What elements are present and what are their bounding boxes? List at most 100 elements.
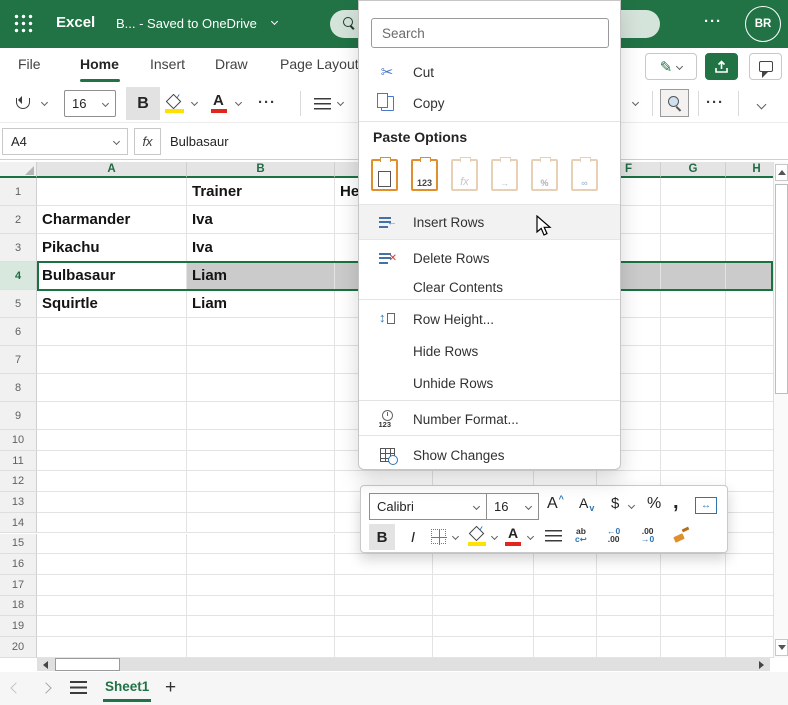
horizontal-scrollbar-thumb[interactable] — [55, 658, 120, 671]
cell-H15[interactable] — [726, 534, 773, 555]
horizontal-scrollbar[interactable] — [37, 658, 770, 671]
sheet-tab-sheet1[interactable]: Sheet1 — [105, 679, 149, 694]
cell-G9[interactable] — [661, 402, 726, 430]
cell-G2[interactable] — [661, 206, 726, 234]
menu-item-hide-rows[interactable]: Hide Rows — [359, 337, 620, 365]
cell-B8[interactable] — [187, 374, 335, 402]
menu-item-delete-rows[interactable]: ✕ Delete Rows — [359, 244, 620, 272]
undo-button[interactable] — [16, 97, 34, 111]
cell-D16[interactable] — [433, 554, 534, 575]
menu-item-number-format[interactable]: 123 Number Format... — [359, 405, 620, 433]
cell-H2[interactable] — [726, 206, 773, 234]
row-header-18[interactable]: 18 — [0, 596, 37, 617]
cell-A12[interactable] — [37, 471, 187, 492]
vertical-scrollbar-thumb[interactable] — [775, 184, 788, 394]
share-button[interactable] — [705, 53, 738, 80]
currency-format-button[interactable]: $ — [611, 495, 619, 512]
cell-F18[interactable] — [597, 596, 661, 617]
cell-G1[interactable] — [661, 178, 726, 206]
percent-format-button[interactable]: % — [647, 495, 661, 513]
increase-decimal-button[interactable]: .00 →0 — [641, 527, 654, 543]
cell-G3[interactable] — [661, 234, 726, 262]
next-sheet-chevron-icon[interactable] — [40, 682, 51, 693]
cell-G17[interactable] — [661, 575, 726, 596]
merge-cells-button[interactable]: ↔ — [695, 497, 717, 514]
autosum-chevron-icon[interactable] — [632, 99, 639, 106]
mini-font-color-chevron-icon[interactable] — [527, 533, 534, 540]
alignment-chevron-icon[interactable] — [337, 99, 344, 106]
cell-H5[interactable] — [726, 290, 773, 318]
mini-font-size-select[interactable]: 16 — [486, 493, 539, 520]
menu-item-insert-rows[interactable]: ← Insert Rows — [359, 204, 620, 240]
cell-G10[interactable] — [661, 430, 726, 451]
cell-D17[interactable] — [433, 575, 534, 596]
paste-values-icon[interactable]: 123 — [411, 159, 438, 191]
cell-B9[interactable] — [187, 402, 335, 430]
formula-bar-input[interactable]: Bulbasaur — [170, 134, 229, 149]
cell-G6[interactable] — [661, 318, 726, 346]
cell-B10[interactable] — [187, 430, 335, 451]
menu-item-row-height[interactable]: ↕ Row Height... — [359, 305, 620, 333]
cell-A8[interactable] — [37, 374, 187, 402]
row-header-5[interactable]: 5 — [0, 290, 37, 318]
row-header-1[interactable]: 1 — [0, 178, 37, 206]
titlebar-more-button[interactable]: ··· — [704, 13, 722, 30]
cell-C19[interactable] — [335, 616, 433, 637]
cell-A2[interactable]: Charmander — [37, 206, 187, 234]
decrease-decimal-button[interactable]: ←0 .00 — [607, 527, 620, 543]
cell-B11[interactable] — [187, 451, 335, 472]
scroll-left-button[interactable] — [38, 658, 53, 671]
column-header-B[interactable]: B — [187, 162, 335, 178]
cell-B3[interactable]: Iva — [187, 234, 335, 262]
cell-B17[interactable] — [187, 575, 335, 596]
mini-italic-button[interactable]: I — [403, 524, 423, 550]
column-header-G[interactable]: G — [661, 162, 726, 178]
shrink-font-button[interactable]: Av — [579, 495, 593, 511]
row-header-4[interactable]: 4 — [0, 262, 37, 290]
cell-H13[interactable] — [726, 492, 773, 513]
cell-B6[interactable] — [187, 318, 335, 346]
cell-E20[interactable] — [534, 637, 597, 658]
mini-fill-chevron-icon[interactable] — [491, 533, 498, 540]
cell-A17[interactable] — [37, 575, 187, 596]
cell-H18[interactable] — [726, 596, 773, 617]
tab-file[interactable]: File — [18, 56, 41, 72]
alignment-button[interactable] — [314, 98, 331, 110]
menu-item-clear-contents[interactable]: Clear Contents — [359, 273, 620, 301]
document-title-chevron-icon[interactable] — [271, 18, 278, 25]
cell-A14[interactable] — [37, 513, 187, 534]
menu-item-show-changes[interactable]: Show Changes — [359, 441, 620, 469]
cell-A13[interactable] — [37, 492, 187, 513]
cell-C18[interactable] — [335, 596, 433, 617]
row-header-11[interactable]: 11 — [0, 451, 37, 472]
cell-D19[interactable] — [433, 616, 534, 637]
cell-B1[interactable]: Trainer — [187, 178, 335, 206]
borders-chevron-icon[interactable] — [452, 533, 459, 540]
cell-G16[interactable] — [661, 554, 726, 575]
scroll-up-button[interactable] — [775, 164, 788, 181]
cell-D18[interactable] — [433, 596, 534, 617]
menu-item-unhide-rows[interactable]: Unhide Rows — [359, 369, 620, 397]
tab-home[interactable]: Home — [80, 56, 119, 72]
row-header-7[interactable]: 7 — [0, 346, 37, 374]
cell-E17[interactable] — [534, 575, 597, 596]
comma-format-button[interactable]: , — [673, 491, 679, 514]
borders-button[interactable] — [431, 529, 446, 544]
context-menu-search-input[interactable] — [371, 18, 609, 48]
all-sheets-hamburger-icon[interactable] — [70, 681, 87, 694]
cell-G19[interactable] — [661, 616, 726, 637]
cell-B20[interactable] — [187, 637, 335, 658]
column-header-A[interactable]: A — [37, 162, 187, 178]
cell-A11[interactable] — [37, 451, 187, 472]
cell-C16[interactable] — [335, 554, 433, 575]
editing-mode-button[interactable]: ✎ — [645, 53, 697, 80]
cell-G20[interactable] — [661, 637, 726, 658]
cell-A1[interactable] — [37, 178, 187, 206]
cell-A7[interactable] — [37, 346, 187, 374]
row-header-13[interactable]: 13 — [0, 492, 37, 513]
fill-color-chevron-icon[interactable] — [191, 99, 198, 106]
cell-C17[interactable] — [335, 575, 433, 596]
cell-H16[interactable] — [726, 554, 773, 575]
row-header-17[interactable]: 17 — [0, 575, 37, 596]
cell-H10[interactable] — [726, 430, 773, 451]
